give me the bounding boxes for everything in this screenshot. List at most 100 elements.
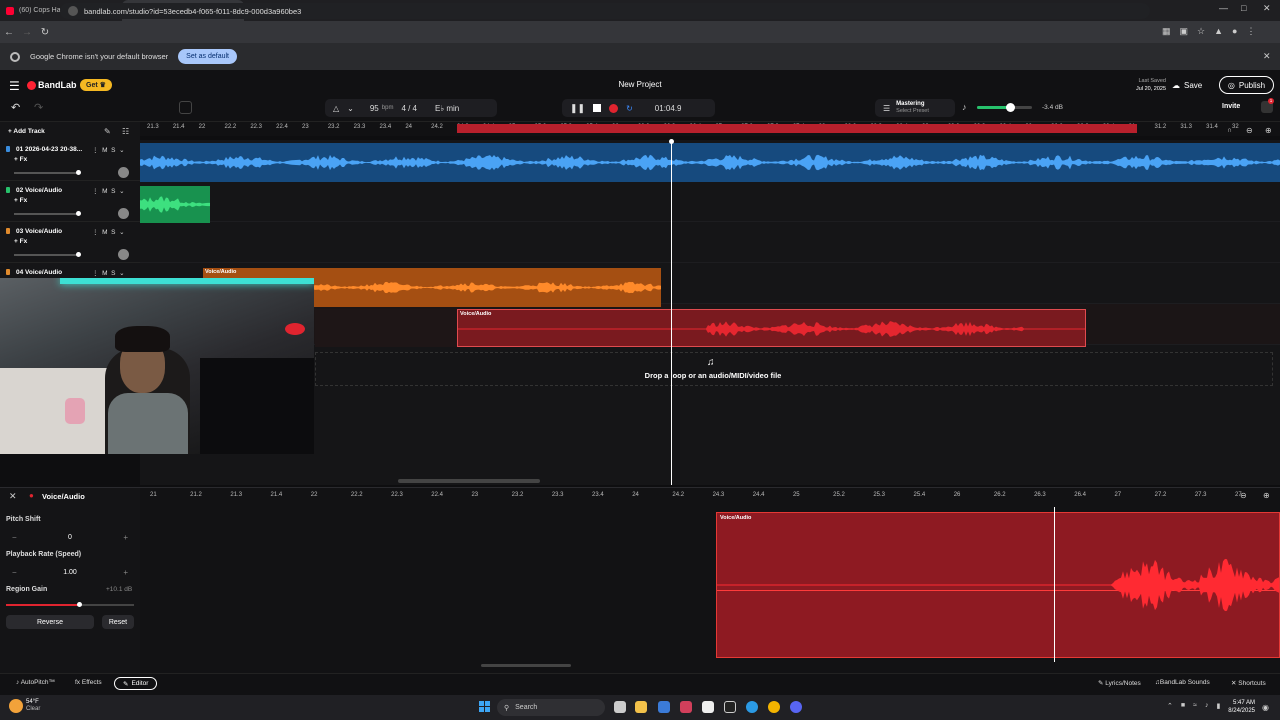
autopitch-button[interactable]: ♪ AutoPitch™ [16,679,55,686]
reset-button[interactable]: Reset [102,615,134,629]
close-window-icon[interactable]: ✕ [1263,3,1271,14]
chrome-taskbar-icon[interactable] [768,701,780,713]
minimize-icon[interactable]: — [1219,3,1228,13]
solo-button-3[interactable]: S [111,229,115,236]
track-volume-knob-2[interactable] [76,211,81,216]
track-name-3[interactable]: 03 Voice/Audio [16,228,62,235]
close-infobar-icon[interactable]: ✕ [1263,51,1271,62]
drop-zone[interactable] [315,352,1273,386]
publish-button[interactable]: ◎ Publish [1219,76,1274,94]
app-icon-3[interactable] [724,701,736,713]
track-name-1[interactable]: 01 2026-04-23 20-38... [16,146,82,153]
region-track-1[interactable] [140,143,1280,182]
playback-rate-value[interactable]: 1.00 [63,569,77,576]
track-fx-3[interactable]: + Fx [14,238,27,245]
master-volume-slider[interactable] [977,106,1032,109]
save-region-icon[interactable] [179,101,192,114]
mute-button-1[interactable]: M [102,147,107,154]
reverse-button[interactable]: Reverse [6,615,94,629]
cast-icon[interactable]: ▣ [1180,26,1189,37]
playhead[interactable] [671,140,672,485]
bandlab-logo[interactable]: BandLab [38,80,77,90]
stop-icon[interactable] [593,104,602,112]
menu-icon[interactable]: ⋮ [1246,26,1255,37]
horizontal-scrollbar[interactable] [398,479,540,483]
windows-start-icon[interactable] [479,701,491,713]
track-volume-knob-1[interactable] [76,170,81,175]
edge-icon[interactable] [746,701,758,713]
editor-scrollbar[interactable] [481,664,571,667]
track-settings-icon[interactable]: ☷ [122,127,129,136]
network-icon[interactable]: ≈ [1193,702,1197,710]
zoom-out-icon[interactable]: ⊖ [1246,126,1253,135]
bpm-value[interactable]: 95 [370,104,379,113]
rate-minus-icon[interactable]: − [12,568,17,577]
editor-zoom-in-icon[interactable]: ⊕ [1263,491,1270,500]
speaker-icon[interactable]: ♪ [962,102,967,112]
mastering-button[interactable]: ☰ Mastering Select Preset [875,99,955,117]
forward-icon[interactable]: → [18,27,36,38]
weather-icon[interactable] [9,699,23,713]
track-pan-1[interactable] [118,167,129,178]
profile-avatar[interactable]: ● [1232,26,1237,37]
lane-3[interactable] [140,222,1280,263]
taskbar-clock[interactable]: 5:47 AM 8/24/2025 [1219,699,1255,715]
tray-chevron-icon[interactable]: ⌃ [1167,702,1173,710]
region-track-2[interactable] [140,186,210,223]
loop-icon[interactable]: ↻ [626,104,633,113]
app-icon-2[interactable] [702,701,714,713]
pitch-plus-icon[interactable]: + [123,533,128,542]
pitch-minus-icon[interactable]: − [12,533,17,542]
reload-icon[interactable]: ↻ [36,27,54,38]
effects-button[interactable]: fx Effects [75,679,102,686]
snap-icon[interactable]: ∩ [1227,127,1232,134]
redo-icon[interactable]: ↷ [34,101,43,114]
loop-region-bar[interactable] [457,124,1137,133]
notifications-icon[interactable]: ◉ [1262,703,1269,712]
track-fx-1[interactable]: + Fx [14,156,27,163]
bookmark-star-icon[interactable]: ☆ [1197,26,1205,37]
tuner-icon[interactable]: ✎ [104,127,111,136]
rate-plus-icon[interactable]: + [123,568,128,577]
bandlab-sounds-button[interactable]: ♫BandLab Sounds [1155,679,1210,686]
discord-icon[interactable] [790,701,802,713]
extensions-icon[interactable]: ▲ [1214,26,1223,37]
shortcuts-button[interactable]: ✕ Shortcuts [1231,679,1266,687]
master-volume-knob[interactable] [1006,103,1015,112]
mute-button-2[interactable]: M [102,188,107,195]
save-button[interactable]: ☁ Save [1172,77,1202,93]
track-fx-2[interactable]: + Fx [14,197,27,204]
track-pan-3[interactable] [118,249,129,260]
mute-button-3[interactable]: M [102,229,107,236]
track-header-1[interactable]: 01 2026-04-23 20-38... + Fx ⋮ M S ⌄ [0,140,140,181]
solo-button-4[interactable]: S [111,270,115,277]
track-header-4[interactable]: 04 Voice/Audio ⋮ M S ⌄ [0,263,140,278]
track-volume-3[interactable] [14,254,80,256]
volume-icon[interactable]: ♪ [1205,702,1209,710]
invite-button[interactable]: Invite [1222,103,1240,110]
editor-region[interactable]: Voice/Audio [716,512,1280,658]
url-input[interactable]: bandlab.com/studio?id=53ecedb4-f065-f011… [60,3,1150,19]
translate-icon[interactable]: ▦ [1162,26,1171,37]
store-icon[interactable] [658,701,670,713]
editor-ruler[interactable]: 21 21.2 21.3 21.4 22 22.2 22.3 22.4 23 23.2 23.3 23… [140,488,1280,502]
zoom-in-icon[interactable]: ⊕ [1265,126,1272,135]
close-editor-icon[interactable]: ✕ [9,491,17,502]
lane-2[interactable] [140,181,1280,222]
editor-playhead[interactable] [1054,507,1055,662]
back-icon[interactable]: ← [0,27,18,38]
playhead-handle[interactable] [669,139,674,144]
editor-toggle-button[interactable]: ✎ Editor [114,677,158,690]
key-signature[interactable]: E♭ min [435,104,459,113]
pause-icon[interactable]: ❚❚ [570,103,585,114]
weather-widget[interactable]: 54°F Clear [26,699,40,713]
track-pan-2[interactable] [118,208,129,219]
tray-app-icon[interactable]: ■ [1181,702,1185,710]
track-header-2[interactable]: 02 Voice/Audio + Fx ⋮ M S ⌄ [0,181,140,222]
project-title[interactable]: New Project [600,80,680,89]
region-gain-slider[interactable] [6,604,134,606]
undo-icon[interactable]: ↶ [11,101,20,114]
track-name-2[interactable]: 02 Voice/Audio [16,187,62,194]
track-name-4[interactable]: 04 Voice/Audio [16,269,62,276]
track-volume-knob-3[interactable] [76,252,81,257]
